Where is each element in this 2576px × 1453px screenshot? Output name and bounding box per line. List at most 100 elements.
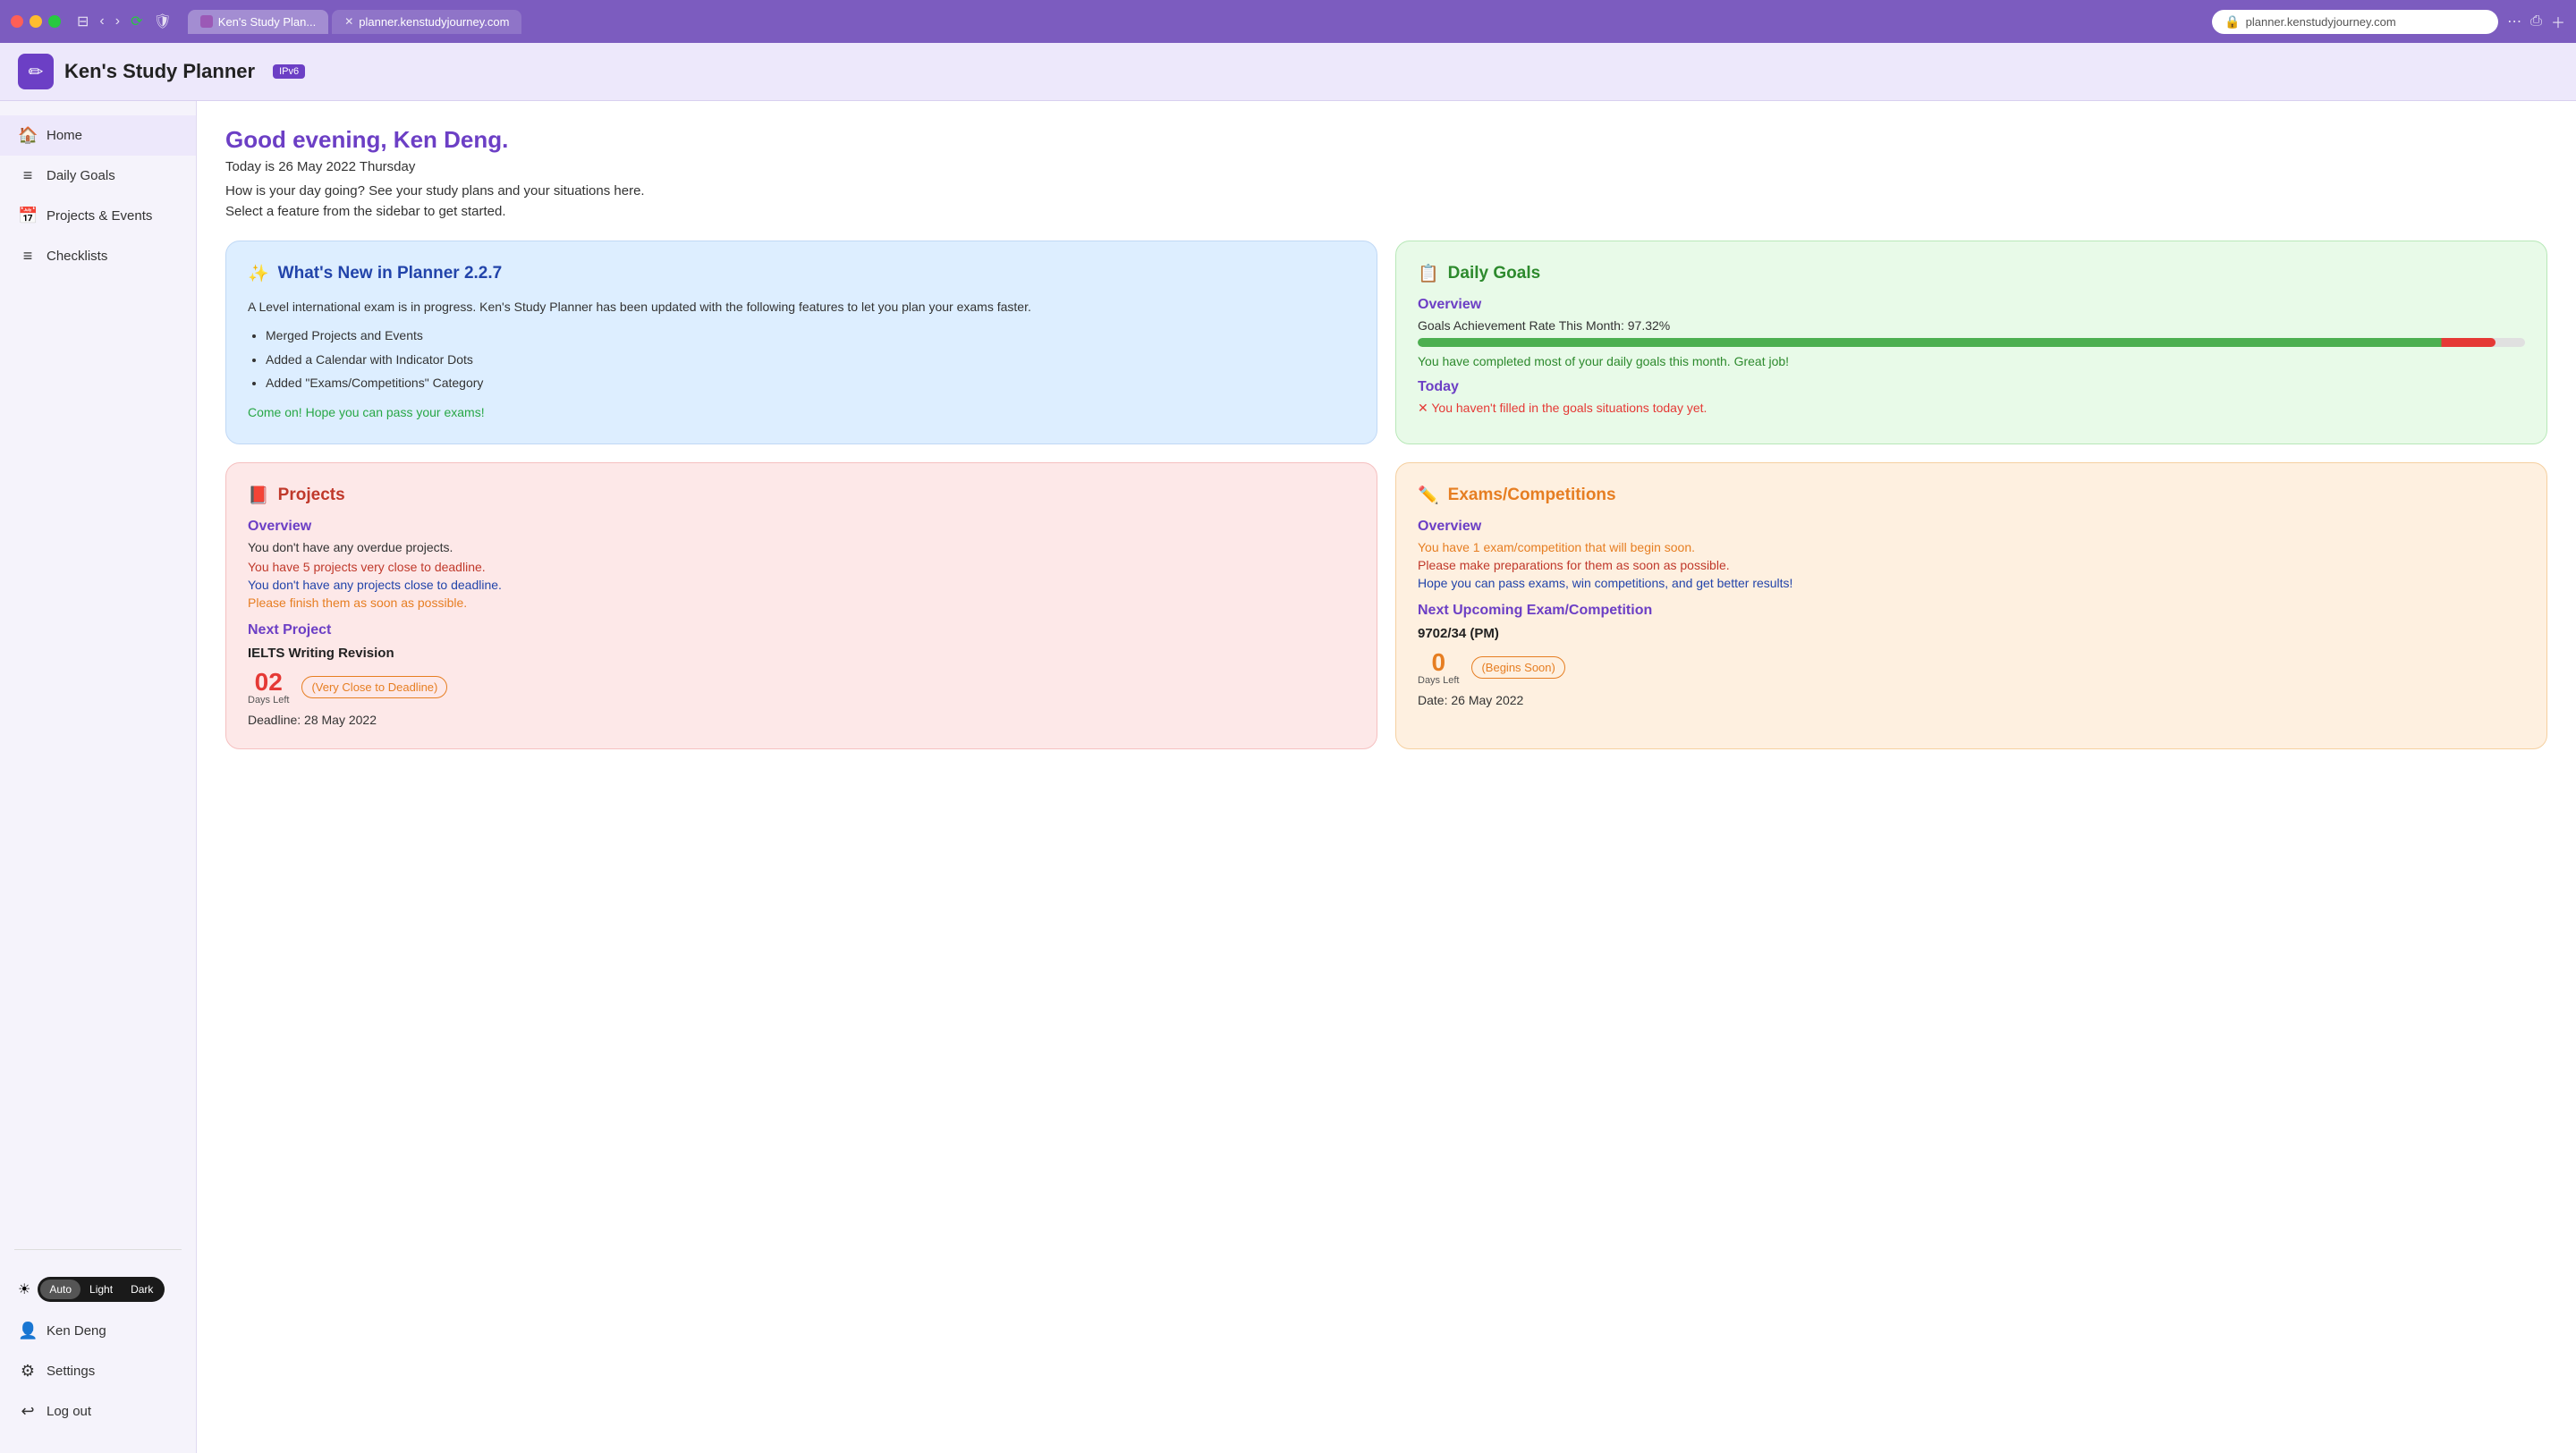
- theme-light[interactable]: Light: [80, 1280, 122, 1299]
- feature-item-1: Merged Projects and Events: [266, 325, 1355, 345]
- sparkle-icon: ✨: [248, 263, 269, 284]
- deadline-badge: (Very Close to Deadline): [301, 676, 447, 698]
- browser-action-icons: ⋯ ⎙ ＋: [2507, 11, 2565, 32]
- progress-bar-bg: [1418, 338, 2525, 347]
- forward-icon[interactable]: ›: [115, 13, 120, 30]
- browser-chrome: ⊟ ‹ › ⟳ 🛡 Ken's Study Plan... ✕ planner.…: [0, 0, 2576, 43]
- exams-title: ✏️ Exams/Competitions: [1418, 485, 2525, 506]
- deadline-date: Deadline: 28 May 2022: [248, 713, 1355, 727]
- whats-new-body: A Level international exam is in progres…: [248, 297, 1355, 422]
- browser-tabs: Ken's Study Plan... ✕ planner.kenstudyjo…: [188, 10, 2203, 34]
- cards-grid: ✨ What's New in Planner 2.2.7 A Level in…: [225, 241, 2547, 749]
- greeting-text: Good evening, Ken Deng.: [225, 126, 2547, 154]
- theme-dark[interactable]: Dark: [122, 1280, 162, 1299]
- sidebar-label-checklists: Checklists: [47, 249, 107, 264]
- exam-days-left-box: 0 Days Left: [1418, 650, 1459, 686]
- user-icon: 👤: [18, 1322, 38, 1340]
- more-icon[interactable]: ⋯: [2507, 13, 2521, 30]
- daily-goals-title: 📋 Daily Goals: [1418, 263, 2525, 284]
- today-section: Today ✕ You haven't filled in the goals …: [1418, 379, 2525, 416]
- sidebar-bottom: ☀ Auto Light Dark 👤 Ken Deng ⚙ Settings …: [0, 1261, 196, 1439]
- projects-finish-soon: Please finish them as soon as possible.: [248, 596, 1355, 610]
- exams-overview-title: Overview: [1418, 519, 2525, 535]
- theme-auto[interactable]: Auto: [40, 1280, 80, 1299]
- tab-planner-url[interactable]: ✕ planner.kenstudyjourney.com: [332, 10, 521, 34]
- logout-icon: ↩: [18, 1402, 38, 1421]
- sidebar-label-home: Home: [47, 128, 82, 143]
- feature-item-2: Added a Calendar with Indicator Dots: [266, 350, 1355, 369]
- app-logo: ✏: [18, 54, 54, 89]
- card-exams: ✏️ Exams/Competitions Overview You have …: [1395, 462, 2547, 749]
- new-tab-icon[interactable]: ＋: [2551, 11, 2565, 32]
- sidebar-item-settings[interactable]: ⚙ Settings: [0, 1351, 196, 1391]
- projects-overview-title: Overview: [248, 519, 1355, 535]
- daily-goals-icon: 📋: [1418, 263, 1439, 284]
- achievement-text: Goals Achievement Rate This Month: 97.32…: [1418, 318, 2525, 333]
- maximize-button[interactable]: [48, 15, 61, 28]
- gear-icon: ⚙: [18, 1362, 38, 1381]
- exams-icon: ✏️: [1418, 485, 1439, 506]
- back-icon[interactable]: ‹: [99, 13, 104, 30]
- select-feature-text: Select a feature from the sidebar to get…: [225, 204, 2547, 219]
- projects-title: 📕 Projects: [248, 485, 1355, 506]
- today-title: Today: [1418, 379, 2525, 395]
- next-exam-title: Next Upcoming Exam/Competition: [1418, 603, 2525, 619]
- whats-new-features: Merged Projects and Events Added a Calen…: [266, 325, 1355, 393]
- sidebar-label-projects: Projects & Events: [47, 208, 152, 224]
- days-left-box: 02 Days Left: [248, 670, 289, 705]
- app-header: ✏ Ken's Study Planner IPv6: [0, 43, 2576, 101]
- share-icon[interactable]: ⎙: [2530, 13, 2542, 30]
- days-left-label: Days Left: [248, 695, 289, 705]
- sidebar-toggle-icon[interactable]: ⊟: [77, 13, 89, 30]
- app-layout: 🏠 Home ≡ Daily Goals 📅 Projects & Events…: [0, 101, 2576, 1453]
- sidebar-item-logout[interactable]: ↩ Log out: [0, 1391, 196, 1432]
- sidebar-logout-label: Log out: [47, 1404, 91, 1419]
- no-overdue-text: You don't have any overdue projects.: [248, 540, 1355, 554]
- tab-label-1: Ken's Study Plan...: [218, 15, 316, 29]
- days-left-number: 02: [248, 670, 289, 695]
- theme-toggle[interactable]: Auto Light Dark: [38, 1277, 165, 1302]
- exam-date: Date: 26 May 2022: [1418, 693, 2525, 707]
- exam-prepare-text: Please make preparations for them as soo…: [1418, 558, 2525, 572]
- sidebar-item-checklists[interactable]: ≡ Checklists: [0, 236, 196, 276]
- feature-item-3: Added "Exams/Competitions" Category: [266, 373, 1355, 393]
- main-content: Good evening, Ken Deng. Today is 26 May …: [197, 101, 2576, 1453]
- exam-deadline-row: 0 Days Left (Begins Soon): [1418, 650, 2525, 686]
- address-bar[interactable]: 🔒 planner.kenstudyjourney.com: [2212, 10, 2498, 34]
- exam-hope-text: Hope you can pass exams, win competition…: [1418, 576, 2525, 590]
- sidebar-item-daily-goals[interactable]: ≡ Daily Goals: [0, 156, 196, 196]
- theme-icon: ☀: [18, 1280, 30, 1298]
- exam-soon-text: You have 1 exam/competition that will be…: [1418, 540, 2525, 554]
- project-name: IELTS Writing Revision: [248, 646, 1355, 661]
- sidebar-nav: 🏠 Home ≡ Daily Goals 📅 Projects & Events…: [0, 115, 196, 1238]
- deadline-row: 02 Days Left (Very Close to Deadline): [248, 670, 1355, 705]
- sidebar-divider: [14, 1249, 182, 1250]
- sidebar-item-home[interactable]: 🏠 Home: [0, 115, 196, 156]
- card-projects: 📕 Projects Overview You don't have any o…: [225, 462, 1377, 749]
- address-text: planner.kenstudyjourney.com: [2246, 15, 2396, 29]
- exam-begins-badge: (Begins Soon): [1471, 656, 1564, 679]
- theme-switcher: ☀ Auto Light Dark: [0, 1268, 196, 1311]
- shield-icon: 🛡: [153, 13, 171, 30]
- logo-icon: ✏: [29, 61, 44, 83]
- projects-warning-close: You have 5 projects very close to deadli…: [248, 560, 1355, 574]
- close-button[interactable]: [11, 15, 23, 28]
- tab-icon-study: [200, 15, 213, 28]
- minimize-button[interactable]: [30, 15, 42, 28]
- tab-label-2: planner.kenstudyjourney.com: [359, 15, 509, 29]
- sidebar-user-name: Ken Deng: [47, 1323, 106, 1339]
- sidebar-settings-label: Settings: [47, 1364, 95, 1379]
- refresh-icon[interactable]: ⟳: [131, 13, 142, 30]
- daily-goals-overview-title: Overview: [1418, 297, 2525, 313]
- sidebar-label-daily-goals: Daily Goals: [47, 168, 115, 183]
- sidebar-item-projects-events[interactable]: 📅 Projects & Events: [0, 196, 196, 236]
- tab-study-planner[interactable]: Ken's Study Plan...: [188, 10, 328, 34]
- exam-days-label: Days Left: [1418, 675, 1459, 686]
- projects-icon: 📕: [248, 485, 269, 506]
- calendar-icon: 📅: [18, 207, 38, 225]
- ipv6-badge: IPv6: [273, 64, 305, 79]
- goals-comment: You have completed most of your daily go…: [1418, 354, 2525, 368]
- sidebar-item-user[interactable]: 👤 Ken Deng: [0, 1311, 196, 1351]
- tab-close-icon[interactable]: ✕: [344, 15, 353, 28]
- progress-bar-fill: [1418, 338, 2496, 347]
